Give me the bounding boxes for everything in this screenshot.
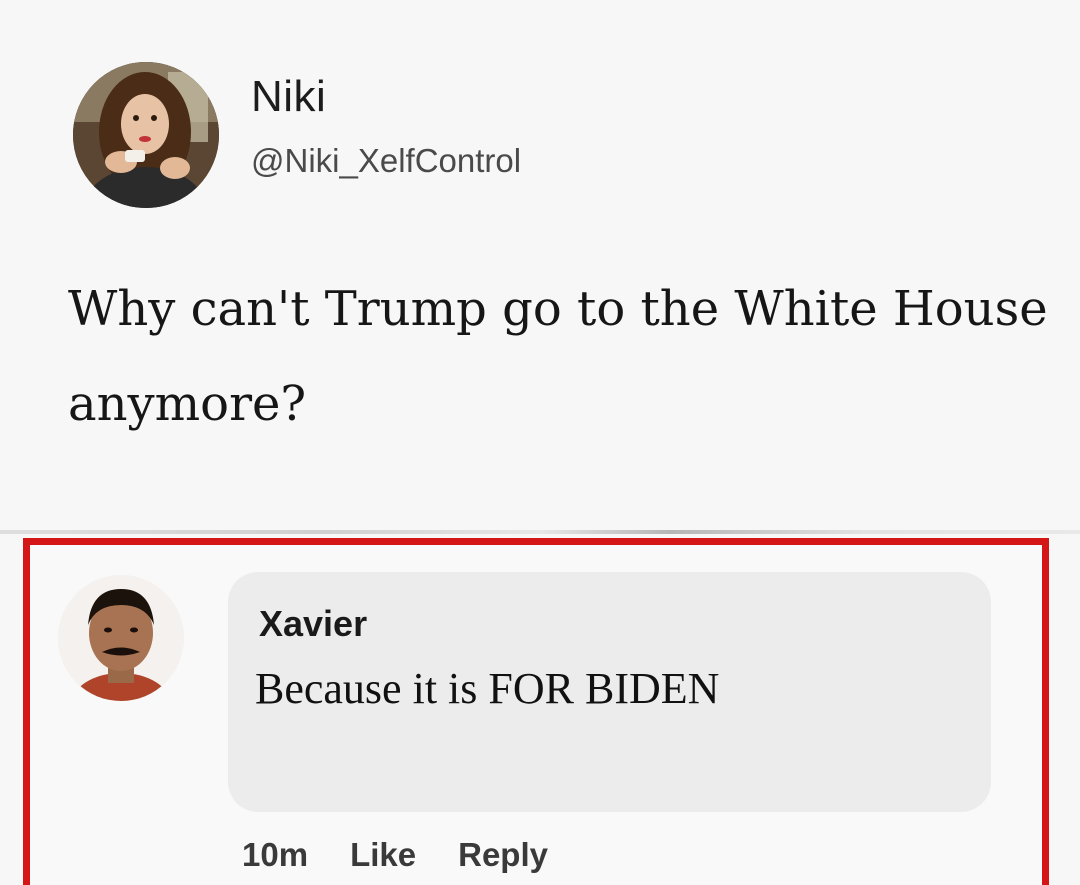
profile-photo-man-icon (58, 575, 184, 701)
comment-actions: 10m Like Reply (242, 836, 548, 874)
comment-timestamp[interactable]: 10m (242, 836, 308, 874)
profile-photo-woman-icon (73, 62, 219, 208)
tweet-author-name[interactable]: Niki (251, 72, 326, 122)
comment-text: Because it is FOR BIDEN (255, 664, 720, 713)
reply-button[interactable]: Reply (458, 836, 548, 874)
screenshot-page: Niki @Niki_XelfControl Why can't Trump g… (0, 0, 1080, 885)
tweet-author-handle[interactable]: @Niki_XelfControl (251, 142, 521, 180)
like-button[interactable]: Like (350, 836, 416, 874)
comment-author-name[interactable]: Xavier (259, 603, 367, 645)
comment-author-avatar[interactable] (58, 575, 184, 701)
screenshot-divider (0, 530, 1080, 534)
tweet-author-avatar[interactable] (73, 62, 219, 208)
tweet-text: Why can't Trump go to the White House an… (68, 281, 1048, 432)
